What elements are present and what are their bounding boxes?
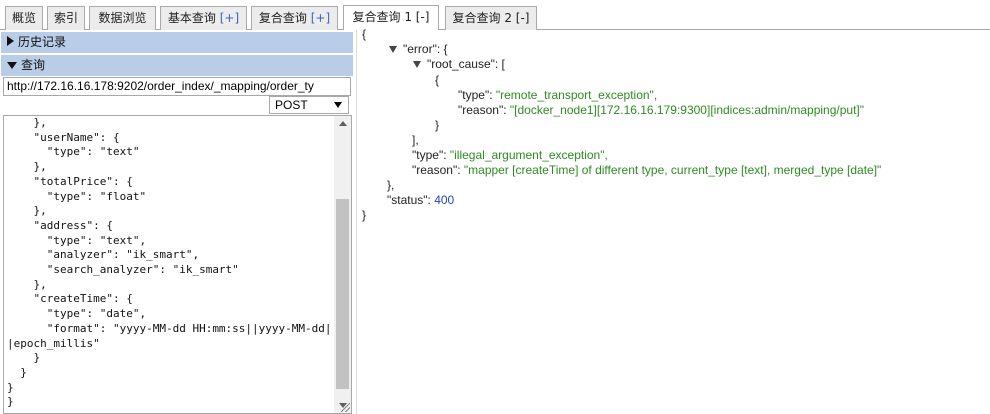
vertical-scrollbar[interactable] bbox=[334, 116, 351, 413]
json-root-cause-line: "root_cause": [ bbox=[413, 57, 505, 72]
tab-label: 复合查询 1 bbox=[352, 10, 412, 24]
json-status-line: "status": 400 bbox=[387, 193, 455, 207]
method-value: POST bbox=[275, 98, 308, 112]
url-input[interactable]: http://172.16.16.178:9202/order_index/_m… bbox=[3, 77, 351, 96]
close-tab-button[interactable]: [-] bbox=[516, 11, 530, 25]
json-string-value: "remote_transport_exception", bbox=[495, 88, 658, 102]
tab-label: 基本查询 bbox=[167, 11, 216, 25]
json-number-value: 400 bbox=[434, 193, 455, 207]
triangle-down-icon bbox=[7, 62, 17, 69]
scrollbar-thumb[interactable] bbox=[336, 199, 349, 389]
tab-label: 概览 bbox=[11, 11, 36, 25]
collapse-toggle-icon[interactable] bbox=[413, 61, 421, 68]
json-item-open: { bbox=[435, 73, 440, 87]
scroll-up-arrow-icon[interactable] bbox=[334, 116, 351, 131]
json-root-close: } bbox=[362, 208, 367, 222]
json-reason-line: "reason": "mapper [createTime] of differ… bbox=[412, 163, 882, 177]
request-body-text[interactable]: }, "userName": { "type": "text" }, "tota… bbox=[7, 116, 333, 410]
json-result-viewer: { "error": { "root_cause": [ { "type": "… bbox=[362, 27, 987, 414]
history-section-header[interactable]: 历史记录 bbox=[1, 32, 353, 53]
chevron-down-icon bbox=[334, 102, 342, 108]
add-compound-query-button[interactable]: [+] bbox=[311, 11, 330, 25]
history-label: 历史记录 bbox=[18, 35, 67, 49]
tab-label: 复合查询 2 bbox=[452, 11, 512, 25]
collapse-toggle-icon[interactable] bbox=[389, 46, 397, 53]
method-select[interactable]: POST bbox=[269, 96, 349, 114]
json-item-close: } bbox=[435, 118, 440, 132]
request-body-editor[interactable]: }, "userName": { "type": "text" }, "tota… bbox=[3, 115, 352, 414]
json-rc-type-line: "type": "remote_transport_exception", bbox=[458, 88, 658, 102]
json-error-close: }, bbox=[387, 178, 395, 192]
query-panel: 历史记录 查询 http://172.16.16.178:9202/order_… bbox=[0, 30, 354, 414]
tab-overview[interactable]: 概览 bbox=[5, 6, 43, 30]
tab-data-browse[interactable]: 数据浏览 bbox=[89, 6, 156, 30]
resize-grip-icon[interactable] bbox=[341, 403, 350, 412]
json-rc-reason-line: "reason": "[docker_node1][172.16.16.179:… bbox=[458, 103, 864, 117]
json-string-value: "illegal_argument_exception", bbox=[449, 148, 608, 162]
query-section-header[interactable]: 查询 bbox=[1, 55, 353, 76]
tab-label: 数据浏览 bbox=[98, 11, 147, 25]
tab-label: 索引 bbox=[53, 11, 78, 25]
add-basic-query-button[interactable]: [+] bbox=[220, 11, 239, 25]
tab-basic-query[interactable]: 基本查询 [+] bbox=[160, 6, 247, 30]
close-tab-button[interactable]: [-] bbox=[416, 10, 430, 24]
json-array-close: ], bbox=[412, 133, 419, 147]
json-string-value: "mapper [createTime] of different type, … bbox=[463, 163, 882, 177]
json-error-line: "error": { bbox=[389, 42, 448, 57]
json-type-line: "type": "illegal_argument_exception", bbox=[412, 148, 608, 162]
tab-bar: 概览 索引 数据浏览 基本查询 [+] 复合查询 [+] 复合查询 1 [-] … bbox=[0, 0, 990, 30]
panel-divider[interactable] bbox=[356, 30, 357, 414]
json-root-open: { bbox=[362, 27, 367, 41]
query-label: 查询 bbox=[21, 58, 46, 72]
tab-indices[interactable]: 索引 bbox=[47, 6, 85, 30]
triangle-right-icon bbox=[7, 36, 14, 46]
tab-compound-query[interactable]: 复合查询 [+] bbox=[251, 6, 338, 30]
tab-label: 复合查询 bbox=[258, 11, 307, 25]
json-string-value: "[docker_node1][172.16.16.179:9300][indi… bbox=[509, 103, 864, 117]
